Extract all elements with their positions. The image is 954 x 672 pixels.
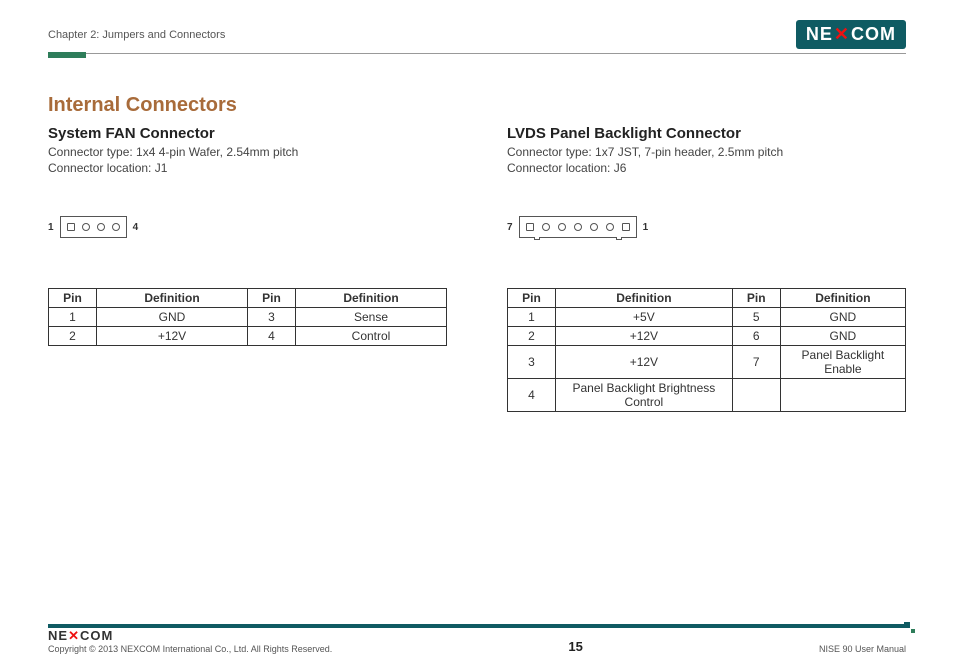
footer-doc-title: NISE 90 User Manual: [819, 644, 906, 654]
pin-icon: [526, 223, 534, 231]
pin-icon: [112, 223, 120, 231]
pin-icon: [67, 223, 75, 231]
lvds-title: LVDS Panel Backlight Connector: [507, 125, 906, 142]
table-row: 3 +12V 7 Panel Backlight Enable: [508, 346, 906, 379]
pin-icon: [606, 223, 614, 231]
lvds-desc-line1: Connector type: 1x7 JST, 7-pin header, 2…: [507, 144, 906, 160]
table-row: 2 +12V 4 Control: [49, 327, 447, 346]
table-row: 1 GND 3 Sense: [49, 308, 447, 327]
chapter-label: Chapter 2: Jumpers and Connectors: [48, 29, 225, 41]
th-pin: Pin: [732, 289, 780, 308]
lvds-pin-table: Pin Definition Pin Definition 1 +5V 5 GN…: [507, 288, 906, 412]
th-def: Definition: [97, 289, 248, 308]
fan-connector-section: System FAN Connector Connector type: 1x4…: [48, 121, 447, 412]
notch-icon: [534, 237, 540, 240]
pin-icon: [590, 223, 598, 231]
brand-x-icon: ✕: [68, 628, 80, 643]
lvds-pin-label-right: 1: [643, 222, 649, 233]
fan-desc-line2: Connector location: J1: [48, 160, 447, 176]
table-row: 4 Panel Backlight Brightness Control: [508, 379, 906, 412]
pin-icon: [558, 223, 566, 231]
table-row: 2 +12V 6 GND: [508, 327, 906, 346]
fan-pin-table: Pin Definition Pin Definition 1 GND 3 Se…: [48, 288, 447, 346]
fan-title: System FAN Connector: [48, 125, 447, 142]
footer-copyright: Copyright © 2013 NEXCOM International Co…: [48, 644, 332, 654]
notch-icon: [616, 237, 622, 240]
lvds-desc-line2: Connector location: J6: [507, 160, 906, 176]
fan-pin-label-right: 4: [133, 222, 139, 233]
th-pin: Pin: [508, 289, 556, 308]
main-title: Internal Connectors: [48, 94, 906, 117]
fan-desc-line1: Connector type: 1x4 4-pin Wafer, 2.54mm …: [48, 144, 447, 160]
th-def: Definition: [296, 289, 447, 308]
lvds-connector-diagram: 7 1: [507, 216, 906, 238]
th-def: Definition: [556, 289, 733, 308]
fan-pin-label-left: 1: [48, 222, 54, 233]
footer-logo: NE✕COM: [48, 628, 332, 644]
pin-icon: [574, 223, 582, 231]
th-pin: Pin: [49, 289, 97, 308]
pin-icon: [82, 223, 90, 231]
pin-icon: [97, 223, 105, 231]
brand-left: NE: [806, 24, 833, 45]
table-row: 1 +5V 5 GND: [508, 308, 906, 327]
lvds-connector-section: LVDS Panel Backlight Connector Connector…: [507, 121, 906, 412]
brand-logo: NE✕COM: [796, 20, 906, 49]
th-pin: Pin: [248, 289, 296, 308]
brand-right: COM: [851, 24, 896, 45]
lvds-pin-label-left: 7: [507, 222, 513, 233]
fan-connector-diagram: 1 4: [48, 216, 447, 238]
header-divider: [48, 53, 906, 54]
page-number: 15: [568, 639, 582, 654]
brand-x-icon: ✕: [833, 24, 851, 45]
th-def: Definition: [780, 289, 905, 308]
pin-icon: [622, 223, 630, 231]
pin-icon: [542, 223, 550, 231]
